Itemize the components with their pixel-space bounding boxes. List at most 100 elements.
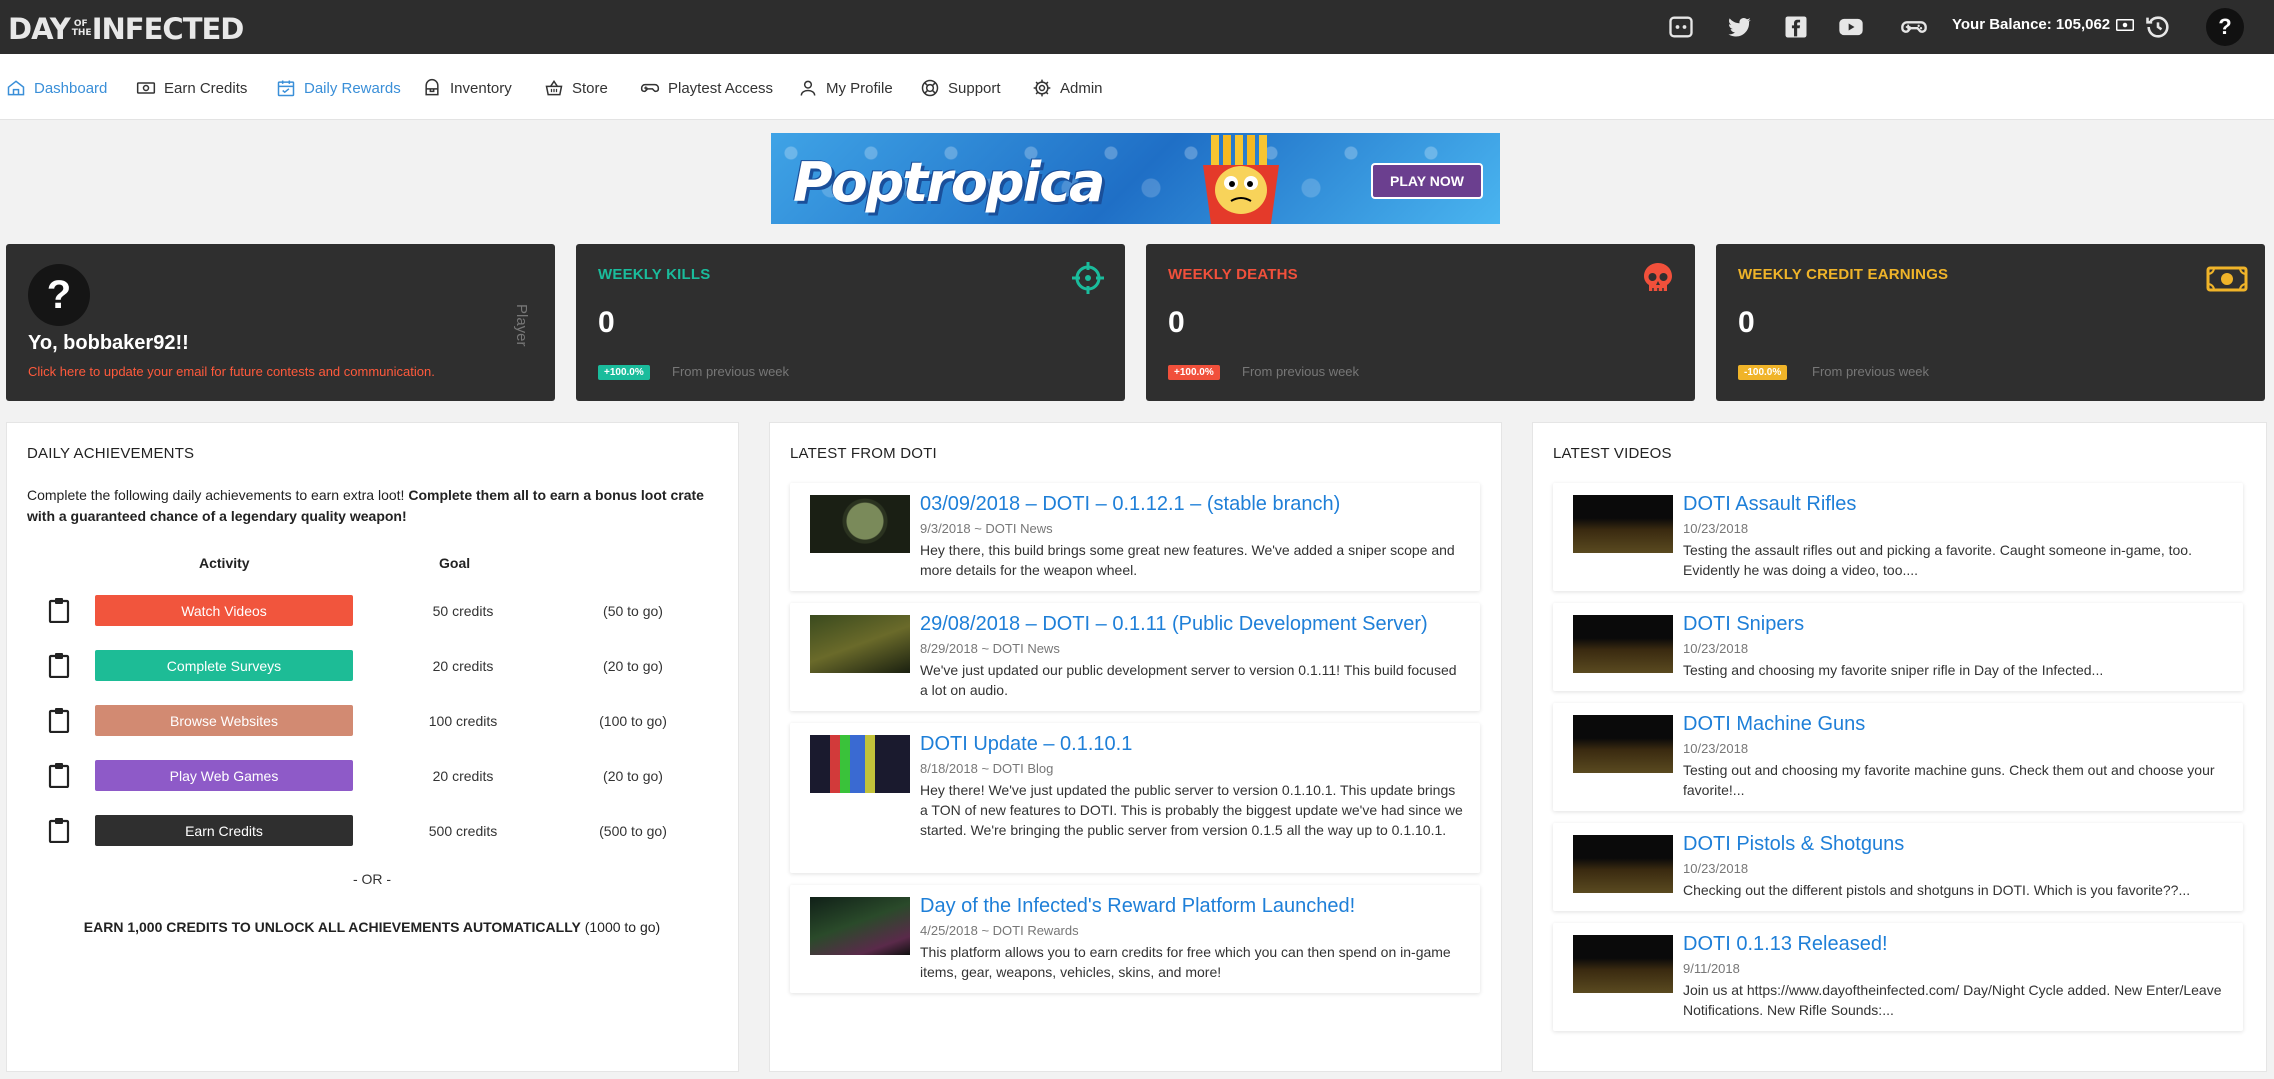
post-excerpt: Hey there, this build brings some great … [920, 542, 1455, 578]
column-header-activity: Activity [199, 555, 250, 571]
post-meta: 9/3/2018 ~ DOTI News [920, 521, 1053, 536]
post-thumbnail[interactable] [810, 495, 910, 553]
achievement-remaining: (20 to go) [603, 768, 663, 784]
achievement-row: Complete Surveys 20 credits (20 to go) [7, 646, 737, 686]
video-post[interactable]: DOTI Pistols & Shotguns 10/23/2018 Check… [1553, 823, 2243, 911]
achievement-goal: 100 credits [428, 713, 498, 729]
money-icon [136, 82, 156, 94]
stat-title: WEEKLY CREDIT EARNINGS [1738, 266, 1949, 283]
nav-playtest-access[interactable]: Playtest Access [640, 78, 773, 98]
complete-surveys-button[interactable]: Complete Surveys [95, 650, 353, 681]
video-title-link[interactable]: DOTI Pistols & Shotguns [1683, 833, 1904, 856]
news-post[interactable]: 03/09/2018 – DOTI – 0.1.12.1 – (stable b… [790, 483, 1480, 591]
latest-videos-panel: LATEST VIDEOS DOTI Assault Rifles 10/23/… [1532, 422, 2267, 1072]
help-button[interactable]: ? [2206, 8, 2244, 46]
clipboard-icon [48, 818, 70, 843]
nav-earn-credits[interactable]: Earn Credits [136, 78, 247, 98]
help-label: ? [2218, 14, 2232, 39]
stat-title: WEEKLY DEATHS [1168, 266, 1298, 283]
post-meta: 10/23/2018 [1683, 861, 1749, 876]
daily-achievements-panel: DAILY ACHIEVEMENTS Complete the followin… [6, 422, 739, 1072]
video-title-link[interactable]: DOTI 0.1.13 Released! [1683, 933, 1888, 956]
video-post[interactable]: DOTI Assault Rifles 10/23/2018 Testing t… [1553, 483, 2243, 591]
update-email-link[interactable]: Click here to update your email for futu… [28, 364, 435, 379]
nav-inventory[interactable]: Inventory [422, 78, 512, 98]
history-icon[interactable] [2144, 13, 2172, 41]
video-title-link[interactable]: DOTI Snipers [1683, 613, 1804, 636]
browse-websites-button[interactable]: Browse Websites [95, 705, 353, 736]
post-meta: 10/23/2018 [1683, 521, 1749, 536]
video-thumbnail[interactable] [1573, 715, 1673, 773]
twitter-icon[interactable] [1725, 13, 1753, 41]
play-web-games-button[interactable]: Play Web Games [95, 760, 353, 791]
earn-credits-button[interactable]: Earn Credits [95, 815, 353, 846]
post-meta: 8/18/2018 ~ DOTI Blog [920, 761, 1054, 776]
stat-value: 0 [1738, 306, 1755, 339]
video-thumbnail[interactable] [1573, 615, 1673, 673]
unlock-all-remaining: (1000 to go) [580, 919, 661, 935]
post-meta: 8/29/2018 ~ DOTI News [920, 641, 1060, 656]
nav-my-profile[interactable]: My Profile [798, 78, 893, 98]
achievement-goal: 500 credits [428, 823, 498, 839]
avatar-placeholder: ? [46, 272, 72, 317]
achievement-row: Browse Websites 100 credits (100 to go) [7, 701, 737, 741]
gamepad-icon[interactable] [1900, 13, 1928, 41]
post-thumbnail[interactable] [810, 735, 910, 793]
facebook-icon[interactable] [1782, 13, 1810, 41]
video-title-link[interactable]: DOTI Assault Rifles [1683, 493, 1856, 516]
stat-note: From previous week [672, 364, 790, 379]
post-title-link[interactable]: DOTI Update – 0.1.10.1 [920, 733, 1132, 756]
clipboard-icon [48, 708, 70, 733]
achievement-row: Earn Credits 500 credits (500 to go) [7, 811, 737, 851]
video-title-link[interactable]: DOTI Machine Guns [1683, 713, 1865, 736]
video-post[interactable]: DOTI 0.1.13 Released! 9/11/2018 Join us … [1553, 923, 2243, 1031]
logo-text-right: INFECTED [91, 12, 245, 46]
banner-play-now-button[interactable]: PLAY NOW [1371, 163, 1483, 199]
nav-admin[interactable]: Admin [1032, 78, 1103, 98]
post-excerpt: Join us at https://www.dayoftheinfected.… [1683, 982, 2222, 1018]
discord-icon[interactable] [1667, 13, 1695, 41]
achievement-goal: 50 credits [432, 603, 494, 619]
post-title-link[interactable]: 03/09/2018 – DOTI – 0.1.12.1 – (stable b… [920, 493, 1340, 516]
video-thumbnail[interactable] [1573, 935, 1673, 993]
weekly-credit-earnings-card: WEEKLY CREDIT EARNINGS 0 -100.0% From pr… [1716, 244, 2265, 401]
video-post[interactable]: DOTI Machine Guns 10/23/2018 Testing out… [1553, 703, 2243, 811]
achievement-goal: 20 credits [432, 658, 494, 674]
lifebuoy-icon [921, 79, 939, 97]
balance-label: Your Balance: 105,062 [1952, 16, 2111, 33]
top-bar: DAY OF THE INFECTED Your Balance: 105,06… [0, 0, 2274, 54]
achievement-remaining: (100 to go) [599, 713, 667, 729]
news-post[interactable]: Day of the Infected's Reward Platform La… [790, 885, 1480, 993]
achievement-goal: 20 credits [432, 768, 494, 784]
player-vertical-label: Player [513, 304, 530, 347]
post-thumbnail[interactable] [810, 897, 910, 955]
unlock-all-text: EARN 1,000 CREDITS TO UNLOCK ALL ACHIEVE… [7, 919, 737, 935]
clipboard-icon [48, 763, 70, 788]
video-post[interactable]: DOTI Snipers 10/23/2018 Testing and choo… [1553, 603, 2243, 691]
news-post[interactable]: DOTI Update – 0.1.10.1 8/18/2018 ~ DOTI … [790, 723, 1480, 873]
nav-daily-rewards[interactable]: Daily Rewards [276, 78, 401, 98]
player-card: ? Yo, bobbaker92!! Click here to update … [6, 244, 555, 401]
post-thumbnail[interactable] [810, 615, 910, 673]
watch-videos-button[interactable]: Watch Videos [95, 595, 353, 626]
panel-title: DAILY ACHIEVEMENTS [27, 445, 195, 462]
nav-dashboard[interactable]: Dashboard [6, 78, 107, 98]
post-title-link[interactable]: Day of the Infected's Reward Platform La… [920, 895, 1355, 918]
stat-title: WEEKLY KILLS [598, 266, 711, 283]
video-thumbnail[interactable] [1573, 835, 1673, 893]
panel-title: LATEST FROM DOTI [790, 445, 937, 462]
post-meta: 10/23/2018 [1683, 741, 1749, 756]
nav-support[interactable]: Support [920, 78, 1001, 98]
nav-store[interactable]: Store [544, 78, 608, 98]
post-excerpt: Testing and choosing my favorite sniper … [1683, 662, 2104, 678]
post-excerpt: Testing the assault rifles out and picki… [1683, 542, 2192, 578]
ad-banner[interactable]: Poptropica PLAY NOW [771, 133, 1500, 224]
nav-label: Store [572, 79, 608, 97]
achievement-remaining: (500 to go) [599, 823, 667, 839]
post-title-link[interactable]: 29/08/2018 – DOTI – 0.1.11 (Public Devel… [920, 613, 1428, 636]
youtube-icon[interactable] [1837, 13, 1865, 41]
news-post[interactable]: 29/08/2018 – DOTI – 0.1.11 (Public Devel… [790, 603, 1480, 711]
video-thumbnail[interactable] [1573, 495, 1673, 553]
site-logo[interactable]: DAY OF THE INFECTED [8, 12, 245, 46]
basket-icon [545, 79, 563, 96]
